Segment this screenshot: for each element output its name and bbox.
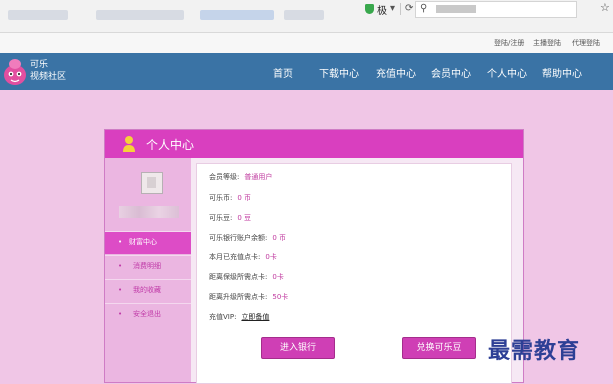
row-value: 50卡 xyxy=(272,293,289,301)
nav-recharge[interactable]: 充值中心 xyxy=(376,65,416,80)
chevron-down-icon[interactable]: ▾ xyxy=(390,3,395,14)
menu-item-consumption[interactable]: • 消费明细 xyxy=(105,255,191,278)
logo-icon[interactable] xyxy=(2,55,28,87)
keep-level-row: 距离保级所需点卡: 0卡 xyxy=(209,272,284,282)
watermark: 最需教育 xyxy=(488,338,581,364)
personal-center-panel: 个人中心 • 财富中心 • 消费明细 • 我的收藏 • 安全退出 会员等级: 普通… xyxy=(104,129,524,384)
browser-toolbar: 极 ▾ ⟳ ⚲ ☆ xyxy=(0,0,613,33)
nav-help[interactable]: 帮助中心 xyxy=(542,65,582,80)
search-icon: ⚲ xyxy=(420,3,428,14)
avatar-placeholder xyxy=(147,177,156,188)
row-value: 0卡 xyxy=(272,273,284,281)
menu-item-logout[interactable]: • 安全退出 xyxy=(105,303,191,326)
blurred-tab[interactable] xyxy=(8,10,68,20)
username-blur xyxy=(119,206,179,218)
row-label: 可乐银行账户余额: xyxy=(209,234,268,242)
panel-sidebar: • 财富中心 • 消费明细 • 我的收藏 • 安全退出 xyxy=(105,158,191,382)
row-label: 可乐豆: xyxy=(209,214,233,222)
upgrade-row: 距离升级所需点卡: 50卡 xyxy=(209,292,288,302)
agent-login-link[interactable]: 代理登陆 xyxy=(572,38,600,48)
row-value: 普通用户 xyxy=(244,173,273,181)
cola-coin-row: 可乐币: 0 币 xyxy=(209,193,251,203)
nav-download[interactable]: 下载中心 xyxy=(319,65,359,80)
divider xyxy=(400,3,401,15)
vip-row: 充值VIP: 立即备值 xyxy=(209,312,269,322)
bank-balance-row: 可乐银行账户余额: 0 币 xyxy=(209,233,286,243)
row-value: 0 豆 xyxy=(237,214,252,222)
vip-recharge-link[interactable]: 立即备值 xyxy=(241,313,269,321)
cola-bean-row: 可乐豆: 0 豆 xyxy=(209,213,251,223)
blurred-tab[interactable] xyxy=(200,10,274,20)
menu-item-wealth-center[interactable]: • 财富中心 xyxy=(105,231,191,254)
row-value: 0卡 xyxy=(265,253,277,261)
login-register-link[interactable]: 登陆/注册 xyxy=(494,38,524,48)
bullet-icon: • xyxy=(118,310,123,318)
row-label: 充值VIP: xyxy=(209,313,237,321)
row-value: 0 币 xyxy=(272,234,287,242)
search-text-blur xyxy=(436,5,476,13)
menu-item-label: 消费明细 xyxy=(133,262,161,270)
user-icon xyxy=(123,136,135,152)
compat-mode-label[interactable]: 极 xyxy=(377,2,387,17)
nav-member[interactable]: 会员中心 xyxy=(431,65,471,80)
bullet-icon: • xyxy=(118,238,123,246)
exchange-bean-button[interactable]: 兑换可乐豆 xyxy=(402,337,476,359)
bullet-icon: • xyxy=(118,262,123,270)
menu-item-label: 财富中心 xyxy=(129,238,157,246)
refresh-icon[interactable]: ⟳ xyxy=(405,3,413,14)
top-links-bar: 登陆/注册 主播登陆 代理登陆 xyxy=(0,33,613,53)
panel-title: 个人中心 xyxy=(146,138,195,152)
nav-personal[interactable]: 个人中心 xyxy=(487,65,527,80)
menu-item-label: 安全退出 xyxy=(133,310,161,318)
menu-item-favorites[interactable]: • 我的收藏 xyxy=(105,279,191,302)
wealth-info: 会员等级: 普通用户 可乐币: 0 币 可乐豆: 0 豆 可乐银行账户余额: 0 币 本… xyxy=(196,163,512,384)
menu-item-label: 我的收藏 xyxy=(133,286,161,294)
row-value: 0 币 xyxy=(237,194,252,202)
row-label: 本月已充值点卡: xyxy=(209,253,261,261)
logo-subtitle: 视频社区 xyxy=(30,72,67,82)
shield-icon[interactable] xyxy=(365,4,374,14)
main-navbar: 可乐 视频社区 首页 下载中心 充值中心 会员中心 个人中心 帮助中心 xyxy=(0,53,613,90)
avatar[interactable] xyxy=(141,172,163,194)
logo-title: 可乐 xyxy=(30,60,49,70)
star-icon[interactable]: ☆ xyxy=(600,1,610,14)
blurred-tab[interactable] xyxy=(284,10,324,20)
monthly-recharge-row: 本月已充值点卡: 0卡 xyxy=(209,252,277,262)
nav-home[interactable]: 首页 xyxy=(273,65,293,80)
row-label: 可乐币: xyxy=(209,194,233,202)
bullet-icon: • xyxy=(118,286,123,294)
row-label: 距离升级所需点卡: xyxy=(209,293,268,301)
enter-bank-button[interactable]: 进入银行 xyxy=(261,337,335,359)
anchor-login-link[interactable]: 主播登陆 xyxy=(533,38,561,48)
row-label: 会员等级: xyxy=(209,173,240,181)
panel-header: 个人中心 xyxy=(105,130,523,158)
blurred-tab[interactable] xyxy=(96,10,184,20)
row-label: 距离保级所需点卡: xyxy=(209,273,268,281)
member-level-row: 会员等级: 普通用户 xyxy=(209,172,272,182)
